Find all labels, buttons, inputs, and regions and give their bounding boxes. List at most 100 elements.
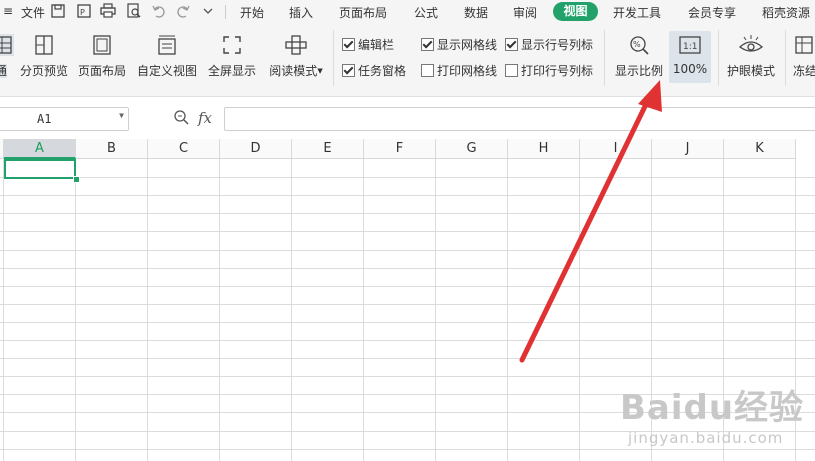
row-gridline	[0, 286, 815, 287]
row-gridline	[0, 268, 815, 269]
print-preview-icon[interactable]	[126, 3, 142, 19]
column-header-a[interactable]: A	[4, 139, 76, 159]
reading-mode-dropdown-icon[interactable]: ▼	[317, 67, 322, 75]
column-gridline	[291, 159, 292, 461]
page-layout-view-button[interactable]: 页面布局	[76, 34, 128, 79]
eye-protection-button[interactable]: 护眼模式	[724, 34, 778, 79]
page-layout-label: 页面布局	[77, 64, 126, 78]
menu-bar: ≡ 文件 P 开始 插入 页面布局 公式 数据 审阅 视图 开发工具 会员专享 …	[0, 0, 815, 24]
checkbox-task-pane[interactable]: 任务窗格	[342, 62, 406, 79]
custom-view-label: 自定义视图	[136, 64, 197, 78]
checkbox-show-gridlines[interactable]: 显示网格线	[421, 36, 497, 53]
column-header-c[interactable]: C	[148, 139, 220, 159]
svg-text:%: %	[633, 40, 641, 49]
row-gridline	[0, 449, 815, 450]
row-gridline	[0, 340, 815, 341]
formula-bar: A1 ▼ fx	[0, 97, 815, 139]
column-header-i[interactable]: I	[580, 139, 652, 159]
column-gridline	[435, 159, 436, 461]
one-to-one-text: 1:1	[683, 42, 697, 52]
row-gridline	[0, 304, 815, 305]
fullscreen-button[interactable]: 全屏显示	[206, 34, 258, 79]
checkbox-formula-bar[interactable]: 编辑栏	[342, 36, 394, 53]
svg-text:P: P	[80, 8, 85, 17]
column-header-f[interactable]: F	[364, 139, 436, 159]
find-zoom-icon[interactable]	[173, 109, 189, 129]
reading-mode-button[interactable]: 阅读模式▼	[266, 34, 326, 79]
zoom-button[interactable]: % 显示比例	[613, 34, 665, 79]
checkbox-print-gridlines-box[interactable]	[421, 64, 434, 77]
tab-formulas[interactable]: 公式	[414, 4, 438, 21]
fullscreen-label: 全屏显示	[207, 64, 256, 78]
redo-icon[interactable]	[175, 3, 191, 19]
normal-view-button[interactable]: 通	[0, 34, 14, 79]
undo-icon[interactable]	[151, 3, 167, 19]
page-break-preview-label: 分页预览	[19, 64, 68, 78]
checkbox-show-headings-box[interactable]	[505, 38, 518, 51]
ribbon-toolbar: 通 分页预览 页面布局 自定义视图 全屏显示 阅读模式▼ 编辑栏 任务窗格 显示…	[0, 24, 815, 97]
row-gridline	[0, 231, 815, 232]
column-header-b[interactable]: B	[76, 139, 148, 159]
checkbox-formula-bar-box[interactable]	[342, 38, 355, 51]
save-icon[interactable]	[50, 3, 66, 19]
baidu-watermark: Baidu经验 jingyan.baidu.com	[620, 380, 804, 447]
checkbox-print-gridlines[interactable]: 打印网格线	[421, 62, 497, 79]
fill-handle[interactable]	[73, 176, 80, 183]
column-header-g[interactable]: G	[436, 139, 508, 159]
tab-data[interactable]: 数据	[464, 4, 488, 21]
zoom-100-button[interactable]: 1:1 100%	[669, 34, 711, 76]
custom-view-icon	[158, 35, 176, 55]
tab-view[interactable]: 视图	[553, 2, 598, 21]
column-header-k[interactable]: K	[724, 139, 796, 159]
row-gridline	[0, 195, 815, 196]
formula-input[interactable]	[224, 107, 815, 131]
custom-view-button[interactable]: 自定义视图	[136, 34, 198, 79]
row-gridline	[0, 250, 815, 251]
tab-review[interactable]: 审阅	[513, 4, 537, 21]
freeze-panes-button[interactable]: 冻结	[793, 34, 815, 79]
freeze-panes-label: 冻结	[793, 64, 815, 78]
zoom-100-label: 100%	[672, 62, 708, 76]
menu-divider	[225, 5, 226, 19]
checkbox-print-headings-label: 打印行号列标	[521, 64, 594, 78]
checkbox-show-gridlines-label: 显示网格线	[437, 38, 498, 52]
row-gridline	[0, 177, 815, 178]
checkbox-task-pane-label: 任务窗格	[358, 64, 407, 78]
page-break-preview-icon	[35, 35, 53, 55]
fx-insert-function-icon[interactable]: fx	[198, 109, 212, 127]
zoom-label: 显示比例	[614, 64, 663, 78]
print-icon[interactable]	[100, 3, 116, 19]
column-header-d[interactable]: D	[220, 139, 292, 159]
checkbox-print-headings[interactable]: 打印行号列标	[505, 62, 593, 79]
export-pdf-icon[interactable]: P	[76, 3, 92, 19]
column-header-j[interactable]: J	[652, 139, 724, 159]
tab-home[interactable]: 开始	[240, 4, 264, 21]
tab-page-layout[interactable]: 页面布局	[339, 4, 387, 21]
column-header-h[interactable]: H	[508, 139, 580, 159]
checkbox-task-pane-box[interactable]	[342, 64, 355, 77]
column-gridline	[75, 159, 76, 461]
freeze-panes-icon	[795, 36, 813, 54]
tab-developer[interactable]: 开发工具	[613, 4, 661, 21]
menu-hamburger-icon[interactable]: ≡	[3, 4, 13, 18]
column-gridline	[3, 159, 4, 461]
column-header-e[interactable]: E	[292, 139, 364, 159]
checkbox-show-headings[interactable]: 显示行号列标	[505, 36, 593, 53]
customize-chevron-icon[interactable]	[202, 5, 218, 21]
name-box-dropdown-icon[interactable]: ▼	[119, 111, 124, 120]
checkbox-print-gridlines-label: 打印网格线	[437, 64, 498, 78]
row-gridline	[0, 213, 815, 214]
reading-mode-icon	[285, 35, 307, 55]
checkbox-show-gridlines-box[interactable]	[421, 38, 434, 51]
checkbox-print-headings-box[interactable]	[505, 64, 518, 77]
page-break-preview-button[interactable]: 分页预览	[18, 34, 70, 79]
name-box[interactable]: A1 ▼	[0, 107, 129, 131]
selected-cell-a1[interactable]	[4, 159, 76, 179]
eye-protection-label: 护眼模式	[726, 64, 775, 78]
fullscreen-icon	[223, 36, 241, 54]
tab-docer-resources[interactable]: 稻壳资源	[762, 4, 810, 21]
tab-insert[interactable]: 插入	[289, 4, 313, 21]
menu-file[interactable]: 文件	[21, 4, 45, 21]
column-gridline	[363, 159, 364, 461]
tab-member[interactable]: 会员专享	[688, 4, 736, 21]
